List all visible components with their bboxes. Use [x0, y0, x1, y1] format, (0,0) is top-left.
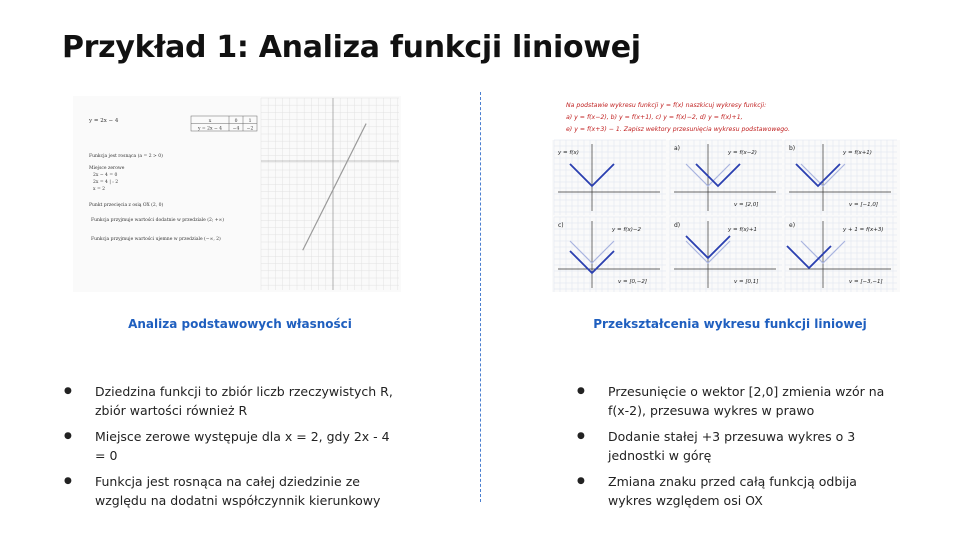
value-table: x 0 1 y = 2x − 4 −4 −2: [190, 115, 258, 132]
function-line: [302, 123, 367, 251]
panel-tag: e): [789, 222, 795, 229]
bullet-item: Przesunięcie o wektor [2,0] zmienia wzór…: [577, 382, 887, 420]
figure-notes: Funkcja jest rosnąca (a = 2 > 0) Miejsce…: [89, 152, 224, 242]
panel-formula: y + 1 = f(x+3): [842, 227, 884, 233]
transformation-panel: a) y = f(x−2) v = [2,0]: [669, 139, 782, 215]
panel-formula: y = f(x)−2: [611, 227, 641, 233]
coordinate-grid: [260, 97, 399, 290]
transformation-panels: y = f(x) a) y = f(x−2) v = [2,0] b) y = f(x+1…: [553, 139, 897, 292]
panel-vector: v = [2,0]: [734, 202, 758, 208]
task-line: Na podstawie wykresu funkcji y = f(x) na…: [566, 101, 766, 109]
panel-formula: y = f(x+1): [842, 150, 872, 156]
panel-tag: b): [789, 145, 795, 152]
table-header-cell: x: [209, 119, 212, 124]
bullet-item: Funkcja jest rosnąca na całej dziedzinie…: [64, 472, 399, 510]
panel-vector: v = [0,−2]: [618, 279, 647, 285]
right-caption: Przekształcenia wykresu funkcji liniowej: [593, 317, 867, 331]
page-title: Przykład 1: Analiza funkcji liniowej: [62, 30, 641, 65]
note-line: Funkcja przyjmuje wartości ujemne w prze…: [91, 235, 221, 242]
panel-vector: v = [0,1]: [734, 279, 758, 285]
panel-tag: d): [674, 222, 680, 229]
table-row-cell: −2: [247, 126, 254, 132]
transformations-figure: Na podstawie wykresu funkcji y = f(x) na…: [552, 96, 900, 292]
bullet-item: Zmiana znaku przed całą funkcją odbija w…: [577, 472, 887, 510]
bullet-item: Dodanie stałej +3 przesuwa wykres o 3 je…: [577, 427, 887, 465]
right-bullet-list: Przesunięcie o wektor [2,0] zmienia wzór…: [577, 382, 887, 517]
transformation-panel: y = f(x): [553, 139, 666, 215]
task-line: e) y = f(x+3) − 1. Zapisz wektory przesu…: [566, 125, 790, 133]
figure-equation: y = 2x − 4: [88, 118, 119, 124]
panel-formula: y = f(x−2): [727, 150, 757, 156]
transformation-panel: e) y + 1 = f(x+3) v = [−3,−1]: [784, 216, 897, 292]
left-caption: Analiza podstawowych własności: [128, 317, 352, 331]
note-line: 2x = 4 | : 2: [93, 179, 118, 185]
bullet-item: Miejsce zerowe występuje dla x = 2, gdy …: [64, 427, 399, 465]
transformation-panel: d) y = f(x)+1 v = [0,1]: [669, 216, 782, 292]
table-header-cell: 1: [249, 118, 252, 124]
note-line: x = 2: [93, 186, 105, 192]
transformation-panel: c) y = f(x)−2 v = [0,−2]: [553, 216, 666, 292]
panel-formula: y = f(x): [557, 150, 579, 156]
table-row-cell: y = 2x − 4: [197, 126, 222, 132]
note-line: Funkcja przyjmuje wartości dodatnie w pr…: [91, 216, 224, 223]
function-analysis-figure: y = 2x − 4 x 0 1 y = 2x − 4 −4 −2 Funkcj…: [73, 96, 401, 292]
table-header-cell: 0: [235, 118, 238, 124]
left-bullet-list: Dziedzina funkcji to zbiór liczb rzeczyw…: [64, 382, 399, 517]
panel-vector: v = [−1,0]: [849, 202, 878, 208]
task-line: a) y = f(x−2), b) y = f(x+1), c) y = f(x…: [566, 114, 743, 121]
note-line: 2x − 4 = 0: [93, 172, 118, 178]
transformation-panel: b) y = f(x+1) v = [−1,0]: [784, 139, 897, 215]
note-line: Punkt przecięcia z osią OX (2, 0): [89, 201, 164, 208]
panel-tag: a): [674, 145, 680, 152]
column-divider: [480, 92, 481, 502]
panel-tag: c): [558, 222, 564, 229]
panel-vector: v = [−3,−1]: [849, 279, 883, 285]
note-line: Funkcja jest rosnąca (a = 2 > 0): [89, 152, 163, 159]
bullet-item: Dziedzina funkcji to zbiór liczb rzeczyw…: [64, 382, 399, 420]
panel-formula: y = f(x)+1: [727, 227, 757, 233]
note-line: Miejsce zerowe: [89, 165, 125, 171]
table-row-cell: −4: [233, 126, 240, 132]
